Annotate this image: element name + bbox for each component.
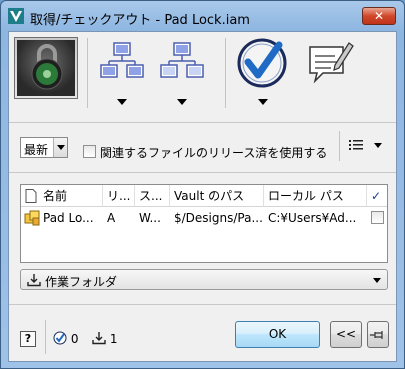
dialog-window: 取得/チェックアウト - Pad Lock.iam ✕ 最新 関連するファイルの… xyxy=(0,0,405,369)
cell-vault-path: $/Designs/Pa... xyxy=(174,211,263,225)
column-header-vault-path[interactable]: Vault のパス xyxy=(170,185,264,207)
include-children-button[interactable] xyxy=(97,37,147,107)
checkmark-circle-icon xyxy=(53,331,67,345)
column-header-state[interactable]: ス... xyxy=(135,185,170,207)
lock-part-thumbnail[interactable] xyxy=(14,37,78,99)
chevron-down-icon[interactable] xyxy=(374,143,382,148)
assembly-file-icon xyxy=(24,210,40,226)
use-released-label: 関連するファイルのリリース済を使用する xyxy=(100,146,328,160)
cell-local-path: C:¥Users¥Ad... xyxy=(268,211,357,225)
checkmark-circle-icon xyxy=(237,38,287,88)
comment-button[interactable] xyxy=(305,37,355,107)
section-divider xyxy=(9,304,396,305)
checkout-count-status: 0 xyxy=(53,331,78,346)
pin-icon xyxy=(370,331,383,339)
parent-children-tree-icon xyxy=(100,42,144,78)
vault-app-icon xyxy=(8,8,24,24)
file-table: 名前 リ... ス... Vault のパス ローカル パス ✓ Pad Lo.… xyxy=(20,184,388,263)
chevron-down-icon[interactable] xyxy=(373,278,381,283)
column-header-checkout[interactable]: ✓ xyxy=(367,185,387,207)
section-divider xyxy=(9,172,396,173)
toolbar-separator xyxy=(225,38,226,108)
parent-tree-icon xyxy=(160,42,204,78)
file-icon xyxy=(25,189,37,203)
revision-select[interactable]: 最新 xyxy=(20,137,68,158)
collapse-button[interactable]: << xyxy=(330,321,362,348)
view-options-button[interactable] xyxy=(348,138,388,156)
speech-bubble-pencil-icon xyxy=(309,42,354,84)
download-count-status: 1 xyxy=(92,331,117,346)
cell-state: W... xyxy=(139,211,161,225)
check-out-button[interactable] xyxy=(235,37,291,107)
working-folder-dropdown[interactable]: 作業フォルダ xyxy=(20,269,388,290)
download-icon xyxy=(92,332,106,345)
column-header-revision[interactable]: リ... xyxy=(103,185,135,207)
column-header-name[interactable]: 名前 xyxy=(21,185,103,207)
use-released-checkbox[interactable] xyxy=(83,145,96,158)
row-checkout-checkbox[interactable] xyxy=(371,211,384,224)
toolbar-separator xyxy=(45,320,46,354)
section-divider xyxy=(9,122,396,123)
list-view-icon xyxy=(349,140,363,150)
working-folder-value: 作業フォルダ xyxy=(45,275,118,289)
help-button[interactable]: ? xyxy=(20,331,36,347)
table-header: 名前 リ... ス... Vault のパス ローカル パス ✓ xyxy=(21,185,387,207)
pin-button[interactable] xyxy=(367,321,389,348)
cell-revision: A xyxy=(107,211,116,225)
download-icon xyxy=(27,274,41,287)
chevron-down-icon[interactable] xyxy=(117,99,127,105)
window-title: 取得/チェックアウト - Pad Lock.iam xyxy=(30,13,250,28)
toolbar-separator xyxy=(87,38,88,108)
toolbar xyxy=(9,32,396,117)
chevron-down-icon[interactable] xyxy=(177,99,187,105)
ok-button[interactable]: OK xyxy=(235,321,320,348)
chevron-down-icon[interactable] xyxy=(258,99,268,105)
cell-name: Pad Lo... xyxy=(43,211,94,225)
dialog-body: 最新 関連するファイルのリリース済を使用する 名前 リ... ス... Vaul… xyxy=(8,31,397,362)
include-parents-button[interactable] xyxy=(157,37,207,107)
table-row[interactable]: Pad Lo... A W... $/Designs/Pa... C:¥User… xyxy=(21,208,387,228)
chevron-down-icon[interactable] xyxy=(53,138,67,157)
title-bar[interactable]: 取得/チェックアウト - Pad Lock.iam ✕ xyxy=(1,1,404,31)
close-button[interactable]: ✕ xyxy=(362,7,396,25)
revision-select-value: 最新 xyxy=(24,143,49,157)
padlock-icon xyxy=(17,40,75,96)
column-header-local-path[interactable]: ローカル パス xyxy=(264,185,367,207)
toolbar-separator xyxy=(339,131,340,161)
